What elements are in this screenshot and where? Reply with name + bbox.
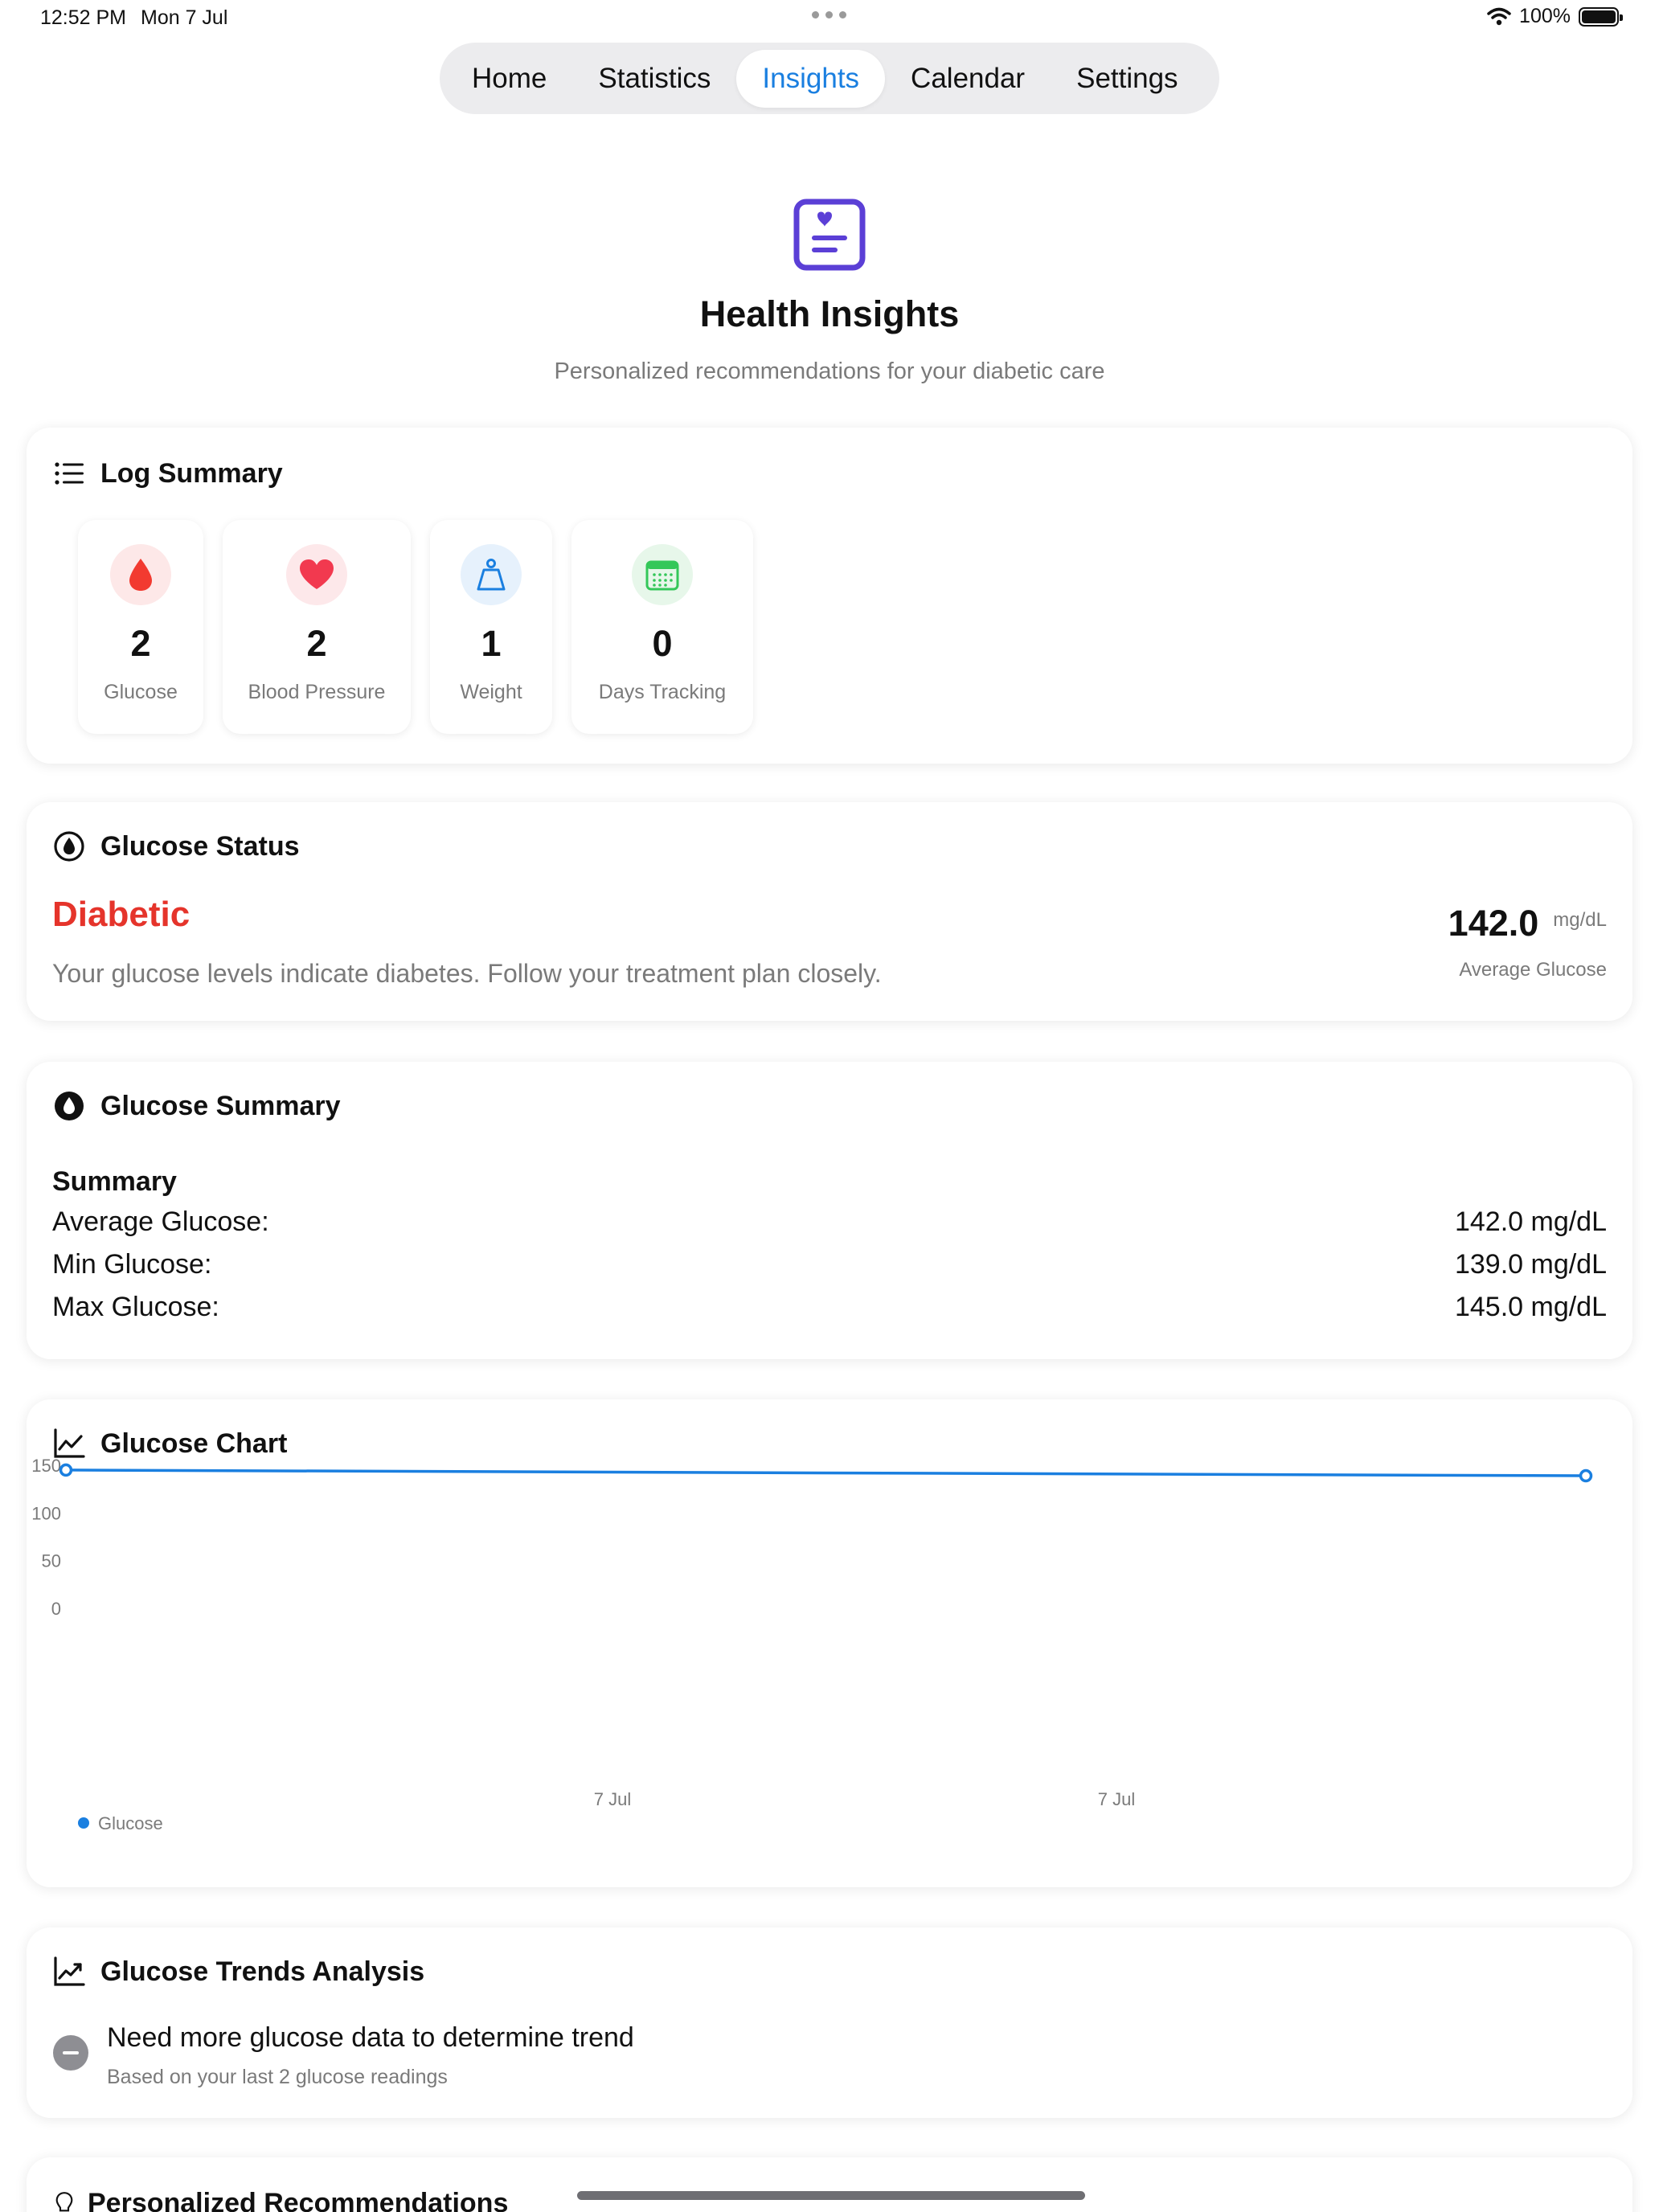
- status-description: Your glucose levels indicate diabetes. F…: [52, 959, 882, 988]
- list-icon: [55, 462, 84, 485]
- glucose-status-title: Glucose Status: [100, 830, 300, 862]
- average-glucose-value: 142.0: [1448, 903, 1539, 944]
- average-glucose-unit: mg/dL: [1553, 909, 1607, 931]
- summary-value: 142.0 mg/dL: [1454, 1206, 1607, 1237]
- glucose-series-line: [65, 1469, 1587, 1477]
- y-tick-label: 150: [31, 1456, 61, 1476]
- summary-row-average: Average Glucose: 142.0 mg/dL: [52, 1206, 1607, 1238]
- glucose-status-card: Glucose Status Diabetic Your glucose lev…: [27, 802, 1632, 1021]
- glucose-line-chart: 0 50 100 150 7 Jul 7 Jul Glucose: [31, 1456, 1593, 1833]
- minus-circle-icon: [53, 2035, 88, 2071]
- recommendations-card: Personalized Recommendations: [27, 2157, 1632, 2212]
- wifi-icon: [1487, 7, 1511, 25]
- trend-message: Need more glucose data to determine tren…: [107, 2022, 634, 2053]
- log-summary-card: Log Summary 2 Glucose 2 Blood Pressure 1…: [27, 428, 1632, 764]
- summary-label: Average Glucose:: [52, 1206, 269, 1237]
- drop-circle-icon: [54, 831, 84, 862]
- page-title: Health Insights: [699, 293, 960, 334]
- tab-calendar[interactable]: Calendar: [885, 50, 1051, 108]
- average-glucose-block: 142.0 mg/dL Average Glucose: [1448, 903, 1607, 981]
- status-date: Mon 7 Jul: [141, 6, 228, 29]
- multitasking-dots-icon[interactable]: [812, 11, 846, 18]
- summary-value: 145.0 mg/dL: [1454, 1292, 1607, 1322]
- x-tick-label: 7 Jul: [1098, 1789, 1135, 1809]
- tile-days-tracking[interactable]: 0 Days Tracking: [571, 520, 753, 734]
- y-tick-label: 0: [51, 1599, 61, 1619]
- x-tick-label: 7 Jul: [594, 1789, 631, 1809]
- scale-icon: [477, 559, 506, 591]
- tile-blood-pressure[interactable]: 2 Blood Pressure: [223, 520, 411, 734]
- glucose-count: 2: [130, 623, 151, 664]
- glucose-summary-title: Glucose Summary: [100, 1090, 341, 1121]
- glucose-summary-card: Glucose Summary Summary Average Glucose:…: [27, 1062, 1632, 1359]
- battery-icon: [1579, 6, 1623, 27]
- calendar-icon: [645, 560, 679, 591]
- battery-percent: 100%: [1519, 5, 1571, 27]
- weight-label: Weight: [460, 681, 522, 703]
- days-tracking-count: 0: [652, 623, 673, 664]
- days-tracking-label: Days Tracking: [598, 681, 727, 703]
- tile-glucose[interactable]: 2 Glucose: [78, 520, 203, 734]
- blood-drop-icon: [129, 559, 152, 591]
- status-time: 12:52 PM: [40, 6, 127, 29]
- log-summary-title: Log Summary: [100, 457, 283, 489]
- glucose-data-point[interactable]: [59, 1463, 73, 1477]
- glucose-trends-card: Glucose Trends Analysis Need more glucos…: [27, 1927, 1632, 2118]
- glucose-trends-title: Glucose Trends Analysis: [100, 1956, 425, 1987]
- tab-home[interactable]: Home: [446, 50, 572, 108]
- average-glucose-label: Average Glucose: [1459, 959, 1607, 981]
- summary-label: Min Glucose:: [52, 1249, 212, 1280]
- blood-pressure-label: Blood Pressure: [248, 681, 386, 703]
- legend-label: Glucose: [98, 1813, 163, 1833]
- drop-filled-circle-icon: [55, 1092, 84, 1120]
- health-record-icon: [793, 199, 866, 271]
- summary-row-min: Min Glucose: 139.0 mg/dL: [52, 1249, 1607, 1280]
- weight-count: 1: [481, 623, 502, 664]
- status-badge: Diabetic: [52, 895, 190, 934]
- heart-icon: [300, 559, 334, 589]
- page-subtitle: Personalized recommendations for your di…: [554, 358, 1105, 384]
- legend-swatch: [78, 1817, 89, 1829]
- status-bar: 12:52 PM Mon 7 Jul 100%: [0, 0, 1659, 40]
- home-indicator[interactable]: [577, 2191, 1085, 2200]
- tab-statistics[interactable]: Statistics: [572, 50, 736, 108]
- tab-insights[interactable]: Insights: [736, 49, 886, 108]
- blood-pressure-count: 2: [306, 623, 327, 664]
- y-tick-label: 50: [42, 1551, 61, 1571]
- recommendations-title: Personalized Recommendations: [88, 2187, 509, 2212]
- trend-chart-icon: [54, 1956, 85, 1986]
- tile-weight[interactable]: 1 Weight: [430, 520, 552, 734]
- lightbulb-icon: [55, 2192, 73, 2212]
- summary-heading: Summary: [52, 1166, 177, 1197]
- glucose-data-point[interactable]: [1579, 1469, 1593, 1483]
- summary-label: Max Glucose:: [52, 1292, 219, 1322]
- summary-value: 139.0 mg/dL: [1454, 1249, 1607, 1280]
- trend-detail: Based on your last 2 glucose readings: [107, 2066, 448, 2088]
- glucose-label: Glucose: [104, 681, 178, 703]
- glucose-chart-card: Glucose Chart 0 50 100 150 7 Jul 7 Jul Glucose: [27, 1399, 1632, 1887]
- summary-row-max: Max Glucose: 145.0 mg/dL: [52, 1292, 1607, 1323]
- tab-bar: Home Statistics Insights Calendar Settin…: [440, 43, 1219, 114]
- tab-settings[interactable]: Settings: [1051, 50, 1203, 108]
- y-tick-label: 100: [31, 1503, 61, 1523]
